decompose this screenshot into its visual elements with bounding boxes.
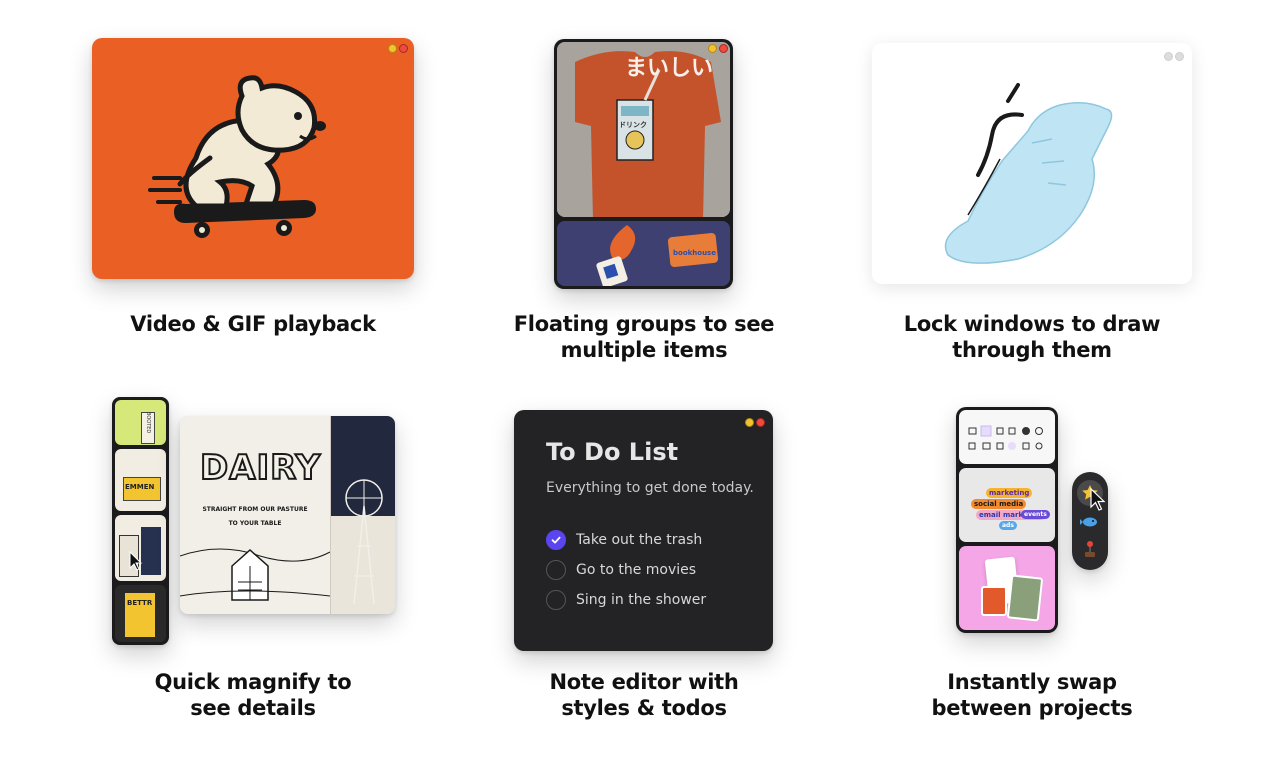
thumbnail-item[interactable]: BOOTED	[115, 400, 166, 445]
barn-illustration	[180, 548, 330, 601]
window-controls	[388, 44, 408, 53]
check-icon	[551, 536, 561, 544]
stickers-photo[interactable]: bookhouse	[557, 221, 730, 286]
project-button[interactable]	[1079, 512, 1101, 532]
icon-grid	[968, 425, 1043, 450]
cursor-icon	[129, 551, 143, 571]
minimize-button[interactable]	[388, 44, 397, 53]
todo-label: Take out the trash	[576, 532, 703, 548]
todo-label: Go to the movies	[576, 562, 697, 578]
fish-icon	[1080, 517, 1097, 527]
todo-checkbox[interactable]	[546, 590, 566, 610]
moodboard-panel[interactable]	[959, 546, 1055, 630]
feature-caption-magnify: Quick magnify to see details	[154, 670, 352, 720]
poster-side	[330, 416, 395, 614]
poster-title: DAIRY	[199, 447, 322, 489]
thumbnail-item[interactable]: EMMEN	[115, 449, 166, 511]
joystick-icon	[1085, 541, 1095, 557]
note-subtitle[interactable]: Everything to get done today.	[546, 480, 754, 496]
todo-label: Sing in the shower	[576, 592, 707, 608]
icon-palette-panel[interactable]	[959, 410, 1055, 464]
thumbnail-item[interactable]	[115, 515, 166, 581]
todo-item[interactable]: Take out the trash	[546, 529, 702, 551]
todo-item[interactable]: Go to the movies	[546, 559, 696, 581]
bear-skateboard-illustration	[148, 75, 326, 238]
feature-caption-project-swap: Instantly swap between projects	[931, 670, 1133, 720]
tag: ads	[999, 521, 1017, 530]
pack-text: ドリンク	[619, 121, 647, 129]
hand-drawing-illustration	[944, 83, 1113, 264]
minimize-button[interactable]	[1164, 52, 1173, 61]
project-switcher-dock	[1072, 472, 1108, 570]
tag: marketing	[986, 488, 1033, 498]
note-editor-window[interactable]: To Do List Everything to get done today.…	[514, 410, 773, 651]
todo-checkbox-checked[interactable]	[546, 530, 566, 550]
close-button[interactable]	[756, 418, 765, 427]
project-button[interactable]	[1079, 538, 1101, 560]
feature-caption-video: Video & GIF playback	[130, 312, 376, 336]
close-button[interactable]	[1175, 52, 1184, 61]
poster-tagline-2: TO YOUR TABLE	[228, 520, 282, 527]
window-controls	[745, 418, 765, 427]
sticker-text: bookhouse	[673, 249, 716, 257]
shirt-text: まいしい	[625, 56, 714, 81]
window-controls	[708, 44, 728, 53]
feature-caption-note-editor: Note editor with styles & todos	[549, 670, 739, 720]
tag: events	[1021, 510, 1050, 519]
project-stack-window[interactable]: marketing social media email marketing a…	[956, 407, 1058, 633]
close-button[interactable]	[399, 44, 408, 53]
thumbnail-label: BOOTED	[145, 412, 151, 434]
tag: social media	[971, 499, 1027, 509]
cursor-icon	[1090, 488, 1106, 511]
note-title[interactable]: To Do List	[546, 438, 678, 466]
window-controls	[1164, 52, 1184, 61]
feature-caption-floating-groups: Floating groups to see multiple items	[513, 312, 775, 362]
tags-panel[interactable]: marketing social media email marketing a…	[959, 468, 1055, 542]
magnified-image-window[interactable]: DAIRY STRAIGHT FROM OUR PASTURE TO YOUR …	[180, 416, 395, 614]
poster-tagline-1: STRAIGHT FROM OUR PASTURE	[202, 506, 308, 513]
minimize-button[interactable]	[708, 44, 717, 53]
thumbnail-label: EMMEN	[125, 483, 155, 491]
feature-caption-lock-windows: Lock windows to draw through them	[903, 312, 1161, 362]
thumbnail-strip: BOOTED EMMEN BETTR	[112, 397, 169, 645]
close-button[interactable]	[719, 44, 728, 53]
video-preview-window[interactable]	[92, 38, 414, 279]
shirt-photo[interactable]: まいしい ドリンク	[557, 42, 730, 217]
minimize-button[interactable]	[745, 418, 754, 427]
todo-item[interactable]: Sing in the shower	[546, 589, 706, 611]
locked-window[interactable]	[872, 43, 1192, 284]
thumbnail-item[interactable]: BETTR	[115, 585, 166, 642]
poster-front: DAIRY STRAIGHT FROM OUR PASTURE TO YOUR …	[180, 416, 330, 614]
windmill-illustration	[345, 479, 383, 605]
thumbnail-label: BETTR	[127, 599, 153, 607]
todo-checkbox[interactable]	[546, 560, 566, 580]
floating-group-window[interactable]: まいしい ドリンク bookhouse	[554, 39, 733, 289]
